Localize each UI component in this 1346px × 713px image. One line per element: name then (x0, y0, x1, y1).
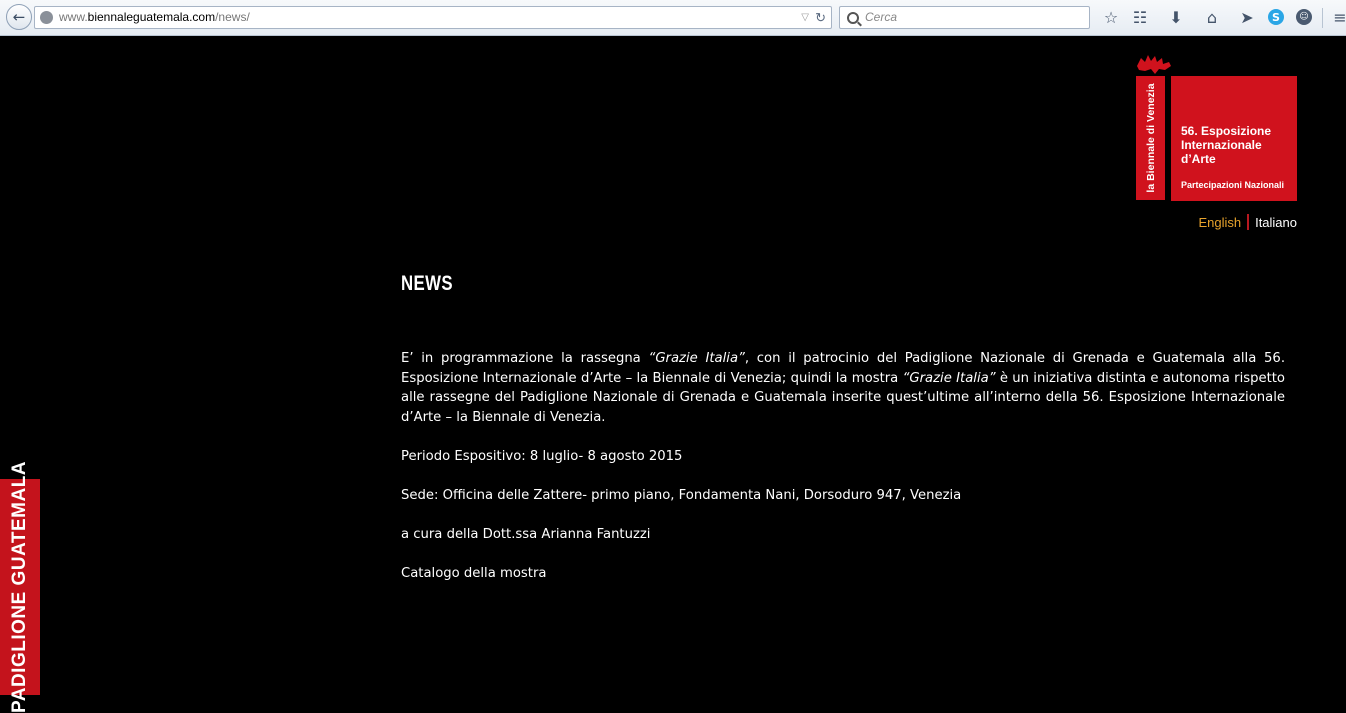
logo-line-3: d’Arte (1181, 152, 1216, 166)
reload-icon[interactable]: ↻ (815, 7, 826, 28)
winged-lion-icon (1137, 55, 1171, 74)
intro-title-2: “Grazie Italia” (902, 370, 996, 386)
logo-line-1: 56. Esposizione (1181, 124, 1272, 138)
browser-toolbar: ← www.biennaleguatemala.com/news/ ▽ ↻ Ce… (0, 0, 1346, 36)
send-icon[interactable]: ➤ (1237, 7, 1257, 27)
logo-line-2: Internazionale (1181, 138, 1262, 152)
logo-strip: la Biennale di Venezia (1136, 76, 1165, 200)
address-bar[interactable]: www.biennaleguatemala.com/news/ ▽ ↻ (34, 6, 832, 29)
intro-text-1: E’ in programmazione la rassegna (401, 351, 649, 366)
page-title: NEWS (401, 272, 453, 295)
catalogo-link[interactable]: Catalogo della mostra (401, 564, 546, 584)
toolbar-separator (1322, 8, 1323, 28)
lang-divider (1247, 214, 1250, 230)
dropdown-arrow-icon[interactable]: ▽ (801, 7, 809, 28)
lang-english-link[interactable]: English (1198, 215, 1241, 230)
biennale-logo[interactable]: la Biennale di Venezia 56. Esposizione I… (1134, 52, 1299, 202)
url-path: /news/ (215, 10, 250, 24)
chat-icon[interactable]: ☺ (1296, 9, 1312, 25)
url-host: biennaleguatemala.com (87, 10, 216, 24)
home-icon[interactable]: ⌂ (1202, 7, 1222, 27)
url-prefix: www. (59, 10, 88, 24)
url-text: www.biennaleguatemala.com/news/ (59, 7, 250, 28)
intro-paragraph: E’ in programmazione la rassegna “Grazie… (401, 349, 1285, 427)
back-arrow-icon[interactable]: ← (6, 4, 32, 30)
search-placeholder: Cerca (865, 10, 898, 24)
periodo-text: Periodo Espositivo: 8 luglio- 8 agosto 2… (401, 449, 683, 464)
logo-box: 56. Esposizione Internazionale d’Arte Pa… (1171, 76, 1297, 201)
bookmarks-list-icon[interactable]: ☷ (1130, 7, 1150, 27)
skype-icon[interactable]: S (1268, 9, 1284, 25)
logo-subtitle: Partecipazioni Nazionali (1181, 180, 1285, 190)
bookmark-star-icon[interactable]: ☆ (1101, 7, 1121, 27)
pavilion-side-tab[interactable]: PADIGLIONE GUATEMALA (0, 461, 40, 713)
lang-italian-link[interactable]: Italiano (1255, 215, 1297, 230)
menu-icon[interactable]: ≡ (1330, 7, 1346, 27)
sede-text: Sede: Officina delle Zattere- primo pian… (401, 488, 962, 503)
logo-strip-text: la Biennale di Venezia (1145, 83, 1157, 193)
main-content: NEWS E’ in programmazione la rassegna “G… (401, 272, 1285, 581)
side-tab-label: PADIGLIONE GUATEMALA (9, 460, 30, 713)
globe-icon (40, 11, 53, 24)
curatela-text: a cura della Dott.ssa Arianna Fantuzzi (401, 527, 651, 542)
language-switcher: English Italiano (1198, 214, 1297, 230)
search-icon (847, 12, 859, 24)
intro-title-1: “Grazie Italia” (648, 351, 745, 366)
download-icon[interactable]: ⬇ (1166, 7, 1186, 27)
search-bar[interactable]: Cerca (839, 6, 1090, 29)
